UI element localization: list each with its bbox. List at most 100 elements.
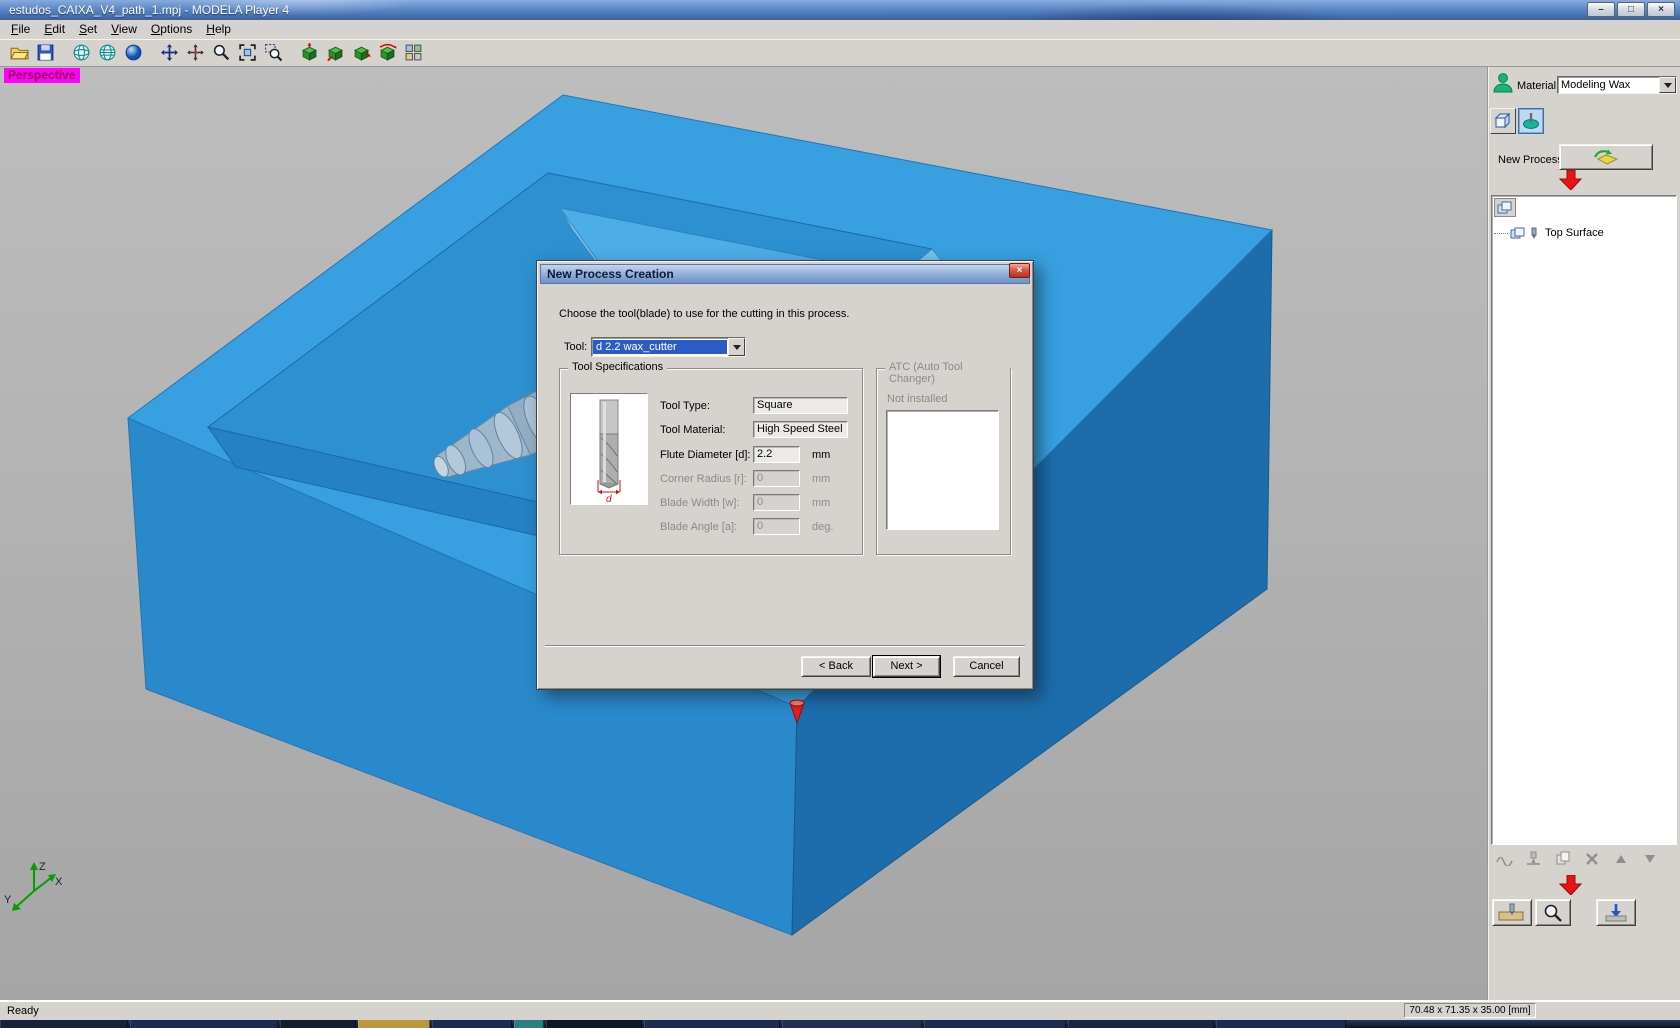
taskbar-button[interactable]: [924, 1020, 1066, 1028]
menu-bar: File Edit Set View Options Help: [0, 20, 1680, 39]
material-combobox[interactable]: Modeling Wax: [1557, 76, 1677, 94]
atc-group-title: ATC (Auto Tool Changer): [885, 361, 1010, 385]
toolpath-button[interactable]: [1492, 849, 1518, 869]
rotate-view-button[interactable]: [376, 41, 399, 64]
window-title: estudos_CAIXA_V4_path_1.mpj - MODELA Pla…: [9, 3, 290, 17]
move-up-button[interactable]: [1608, 849, 1634, 869]
window-controls: – □ ×: [1587, 2, 1675, 17]
minimize-button[interactable]: –: [1587, 2, 1615, 17]
material-combobox-arrow[interactable]: [1659, 77, 1676, 93]
flute-diameter-field[interactable]: 2.2: [753, 446, 800, 463]
preview-magnifier-icon: [1544, 904, 1562, 922]
close-button[interactable]: ×: [1647, 2, 1675, 17]
taskbar-button[interactable]: [1068, 1020, 1214, 1028]
blade-width-unit: mm: [812, 497, 831, 509]
tool-combobox[interactable]: d 2.2 wax_cutter: [591, 337, 746, 357]
model-cube-icon: [1494, 112, 1511, 129]
floppy-icon: [37, 44, 54, 61]
dialog-title: New Process Creation: [547, 267, 674, 281]
axis-x-label: X: [55, 876, 63, 888]
pan-button[interactable]: [158, 41, 181, 64]
move-down-button[interactable]: [1637, 849, 1663, 869]
shaded-view-button[interactable]: [122, 41, 145, 64]
save-button[interactable]: [34, 41, 57, 64]
taskbar-button[interactable]: [782, 1020, 922, 1028]
taskbar-button[interactable]: [358, 1020, 430, 1028]
preview-button[interactable]: [1535, 899, 1571, 926]
model-view-toggle-button[interactable]: [1490, 108, 1516, 134]
pan-arrows-icon: [161, 44, 178, 61]
menu-edit[interactable]: Edit: [37, 21, 72, 38]
view-side-button[interactable]: [350, 41, 373, 64]
tool-combobox-value: d 2.2 wax_cutter: [593, 340, 727, 354]
process-view-toggle-button[interactable]: [1518, 108, 1544, 134]
multi-view-button[interactable]: [402, 41, 425, 64]
fit-to-screen-button[interactable]: [236, 41, 259, 64]
taskbar-button[interactable]: [0, 1020, 128, 1028]
menu-file[interactable]: File: [4, 21, 37, 38]
cutting-preview-button[interactable]: [1492, 899, 1532, 926]
open-file-button[interactable]: [8, 41, 31, 64]
back-button[interactable]: < Back: [801, 656, 871, 677]
cancel-button[interactable]: Cancel: [953, 656, 1020, 677]
flow-arrow2-icon: [1559, 875, 1583, 895]
taskbar-button[interactable]: [644, 1020, 780, 1028]
copy-process-button[interactable]: [1550, 849, 1576, 869]
taskbar-button[interactable]: [130, 1020, 278, 1028]
menu-options[interactable]: Options: [144, 21, 199, 38]
process-tree-panel[interactable]: Top Surface: [1491, 195, 1677, 845]
tool-combobox-arrow[interactable]: [728, 338, 745, 356]
menu-view[interactable]: View: [104, 21, 144, 38]
zoom-button[interactable]: [210, 41, 233, 64]
menu-help[interactable]: Help: [199, 21, 238, 38]
spec-row-blade-angle: Blade Angle [a]: 0 deg.: [560, 518, 862, 538]
move-object-button[interactable]: [184, 41, 207, 64]
tree-item-top-surface[interactable]: Top Surface: [1494, 224, 1674, 242]
tool-specifications-group: Tool Specifications d Tool Type: Square …: [559, 361, 863, 555]
blade-angle-label: Blade Angle [a]:: [660, 521, 738, 533]
tool-type-label: Tool Type:: [660, 400, 710, 412]
tool-specifications-title: Tool Specifications: [568, 361, 668, 373]
up-arrow-icon: [1616, 855, 1626, 863]
maximize-button[interactable]: □: [1617, 2, 1645, 17]
wireframe-view-button[interactable]: [70, 41, 93, 64]
wax-block-icon: [1523, 113, 1539, 129]
folder-open-icon: [10, 47, 29, 60]
menu-set[interactable]: Set: [72, 21, 104, 38]
start-cutting-button[interactable]: [1596, 899, 1636, 926]
axis-y-label: Y: [4, 894, 12, 906]
toolbar: [0, 39, 1680, 67]
material-label: Material: [1517, 80, 1557, 92]
edit-process-button[interactable]: [1521, 849, 1547, 869]
title-bar[interactable]: estudos_CAIXA_V4_path_1.mpj - MODELA Pla…: [0, 0, 1680, 20]
taskbar-button[interactable]: [514, 1020, 544, 1028]
taskbar-button[interactable]: [1216, 1020, 1346, 1028]
zoom-box-button[interactable]: [262, 41, 285, 64]
process-list-tab[interactable]: [1494, 198, 1516, 217]
taskbar-button[interactable]: [546, 1020, 642, 1028]
model-dimensions: 70.48 x 71.35 x 35.00 [mm]: [1404, 1003, 1536, 1018]
hidden-line-view-button[interactable]: [96, 41, 119, 64]
status-bar: Ready 70.48 x 71.35 x 35.00 [mm]: [0, 1000, 1680, 1020]
view-front-button[interactable]: [324, 41, 347, 64]
status-text: Ready: [7, 1005, 39, 1017]
new-process-dialog: New Process Creation × Choose the tool(b…: [536, 260, 1034, 690]
taskbar-button[interactable]: [280, 1020, 356, 1028]
new-process-button[interactable]: [1559, 144, 1653, 170]
atc-listbox[interactable]: [886, 410, 999, 530]
tree-connector: [1494, 232, 1508, 234]
axis-z-label: Z: [39, 861, 46, 873]
dialog-close-button[interactable]: ×: [1009, 263, 1030, 278]
next-button[interactable]: Next >: [872, 655, 941, 678]
view-top-button[interactable]: [298, 41, 321, 64]
material-combobox-value: Modeling Wax: [1561, 79, 1631, 91]
atc-status: Not installed: [887, 393, 948, 405]
dialog-title-bar[interactable]: New Process Creation: [540, 264, 1030, 284]
atc-group: ATC (Auto Tool Changer) Not installed: [876, 361, 1011, 555]
blade-angle-unit: deg.: [812, 521, 834, 533]
spec-row-tool-type: Tool Type: Square: [560, 397, 862, 417]
blade-width-label: Blade Width [w]:: [660, 497, 740, 509]
taskbar-button[interactable]: [432, 1020, 512, 1028]
delete-process-button[interactable]: [1579, 849, 1605, 869]
axis-triad: Z X Y: [4, 861, 63, 911]
